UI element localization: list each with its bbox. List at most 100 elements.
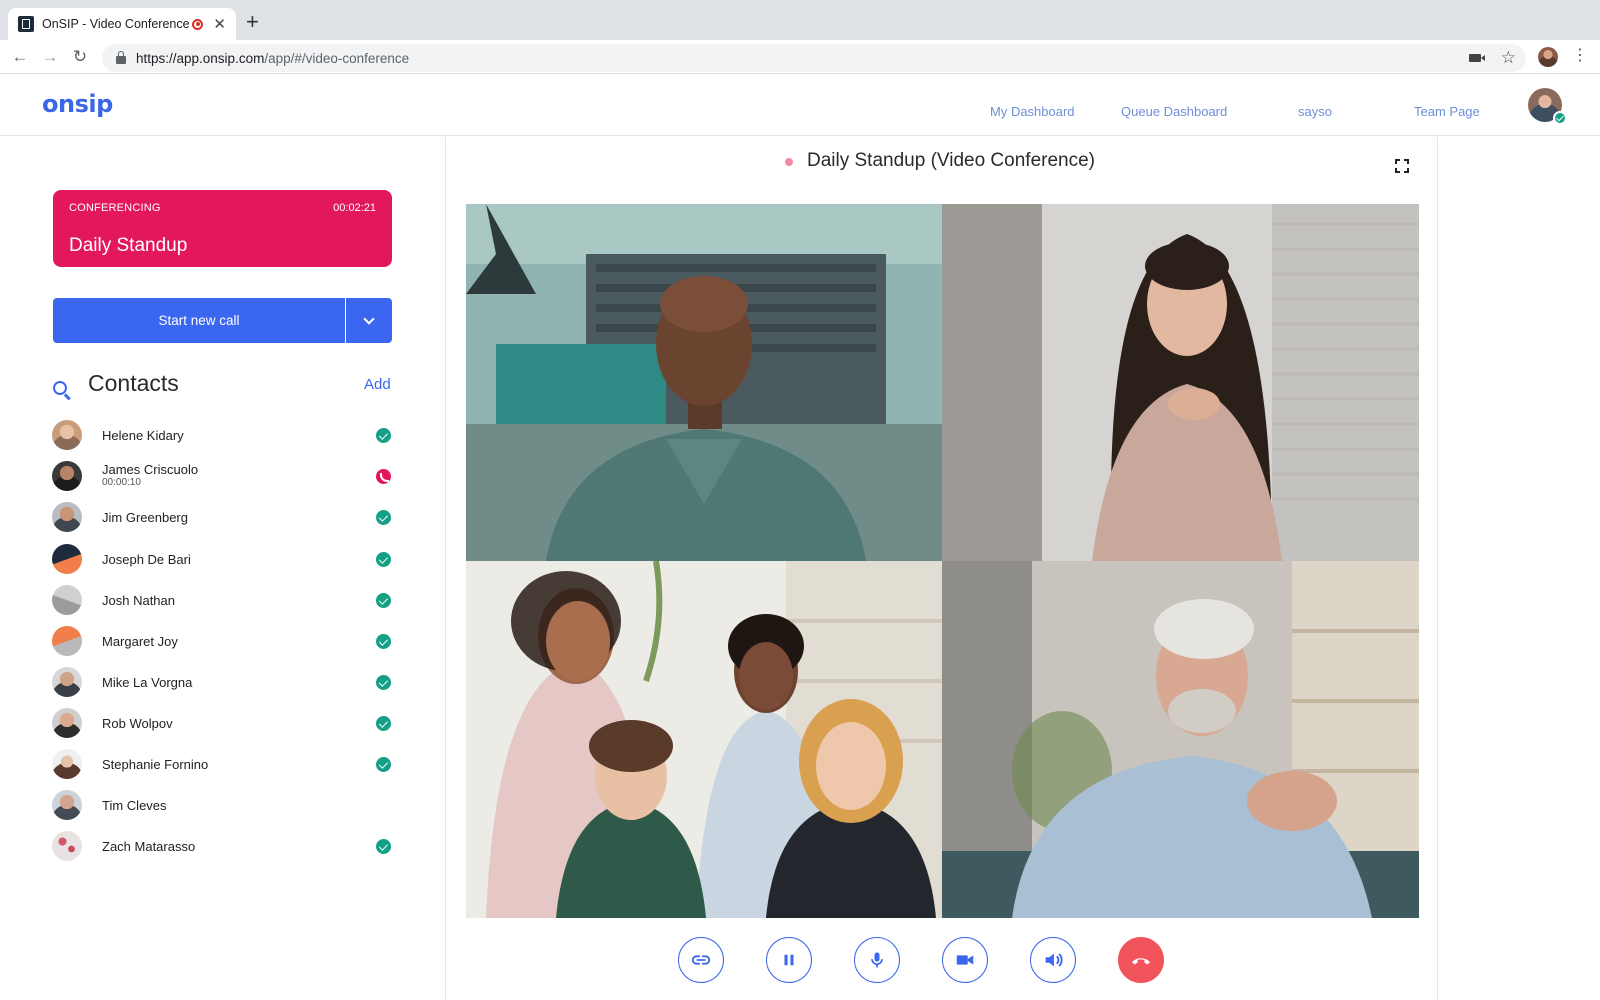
contact-avatar [52, 708, 82, 738]
video-camera-icon [956, 955, 974, 965]
hold-button[interactable] [766, 937, 812, 983]
contact-avatar [52, 749, 82, 779]
contact-item[interactable]: James Criscuolo 00:00:10 [52, 458, 392, 494]
contact-call-duration: 00:00:10 [102, 477, 141, 488]
nav-my-dashboard[interactable]: My Dashboard [990, 104, 1075, 119]
available-status-icon [376, 716, 391, 731]
contact-name: Zach Matarasso [102, 839, 196, 854]
back-icon[interactable]: ← [9, 46, 31, 68]
mute-button[interactable] [854, 937, 900, 983]
contact-item[interactable]: Zach Matarasso [52, 828, 392, 864]
microphone-icon [871, 952, 883, 968]
browser-toolbar: ← → ↻ https://app.onsip.com/app/#/video-… [0, 40, 1600, 74]
contact-avatar [52, 667, 82, 697]
nav-queue-dashboard[interactable]: Queue Dashboard [1121, 104, 1227, 119]
contact-name: Tim Cleves [102, 798, 167, 813]
contact-name: Margaret Joy [102, 634, 178, 649]
contact-item[interactable]: Mike La Vorgna [52, 664, 392, 700]
conference-name: Daily Standup [69, 235, 188, 256]
start-new-call-button[interactable]: Start new call [53, 298, 345, 343]
address-bar[interactable]: https://app.onsip.com/app/#/video-confer… [102, 44, 1526, 72]
conference-timer: 00:02:21 [333, 202, 376, 214]
chevron-down-icon [363, 312, 375, 325]
video-tile[interactable] [942, 561, 1419, 918]
video-tile[interactable] [466, 561, 942, 918]
available-status-icon [376, 428, 391, 443]
available-status-icon [376, 634, 391, 649]
contact-item[interactable]: Stephanie Fornino [52, 746, 392, 782]
hang-up-button[interactable] [1118, 937, 1164, 983]
camera-permission-icon[interactable] [1468, 53, 1485, 62]
onsip-favicon-icon [18, 16, 34, 32]
speaker-button[interactable] [1030, 937, 1076, 983]
pause-icon [784, 954, 794, 966]
video-grid [466, 204, 1419, 918]
browser-profile-avatar[interactable] [1538, 47, 1558, 67]
nav-sayso[interactable]: sayso [1298, 104, 1332, 119]
contact-name: Helene Kidary [102, 428, 184, 443]
available-status-icon [376, 552, 391, 567]
live-indicator-icon [785, 158, 793, 166]
contacts-heading: Contacts [88, 370, 179, 396]
app-header: onsip My Dashboard Queue Dashboard sayso… [0, 74, 1600, 136]
available-status-icon [376, 675, 391, 690]
active-conference-card[interactable]: CONFERENCING 00:02:21 Daily Standup [53, 190, 392, 267]
available-status-icon [376, 839, 391, 854]
contact-item[interactable]: Jim Greenberg [52, 499, 392, 535]
contact-avatar [52, 461, 82, 491]
tab-title: OnSIP - Video Conference [42, 17, 190, 31]
onsip-logo[interactable]: onsip [42, 90, 113, 118]
panel-divider [1437, 137, 1438, 1000]
hang-up-icon [1132, 958, 1150, 965]
browser-menu-icon[interactable]: ⋮ [1572, 48, 1588, 64]
new-tab-icon[interactable]: + [246, 11, 259, 33]
on-call-status-icon [376, 469, 391, 484]
speaker-icon [1045, 953, 1063, 967]
contact-name: James Criscuolo [102, 462, 199, 477]
contact-name: Jim Greenberg [102, 510, 188, 525]
contact-item[interactable]: Tim Cleves [52, 787, 392, 823]
contact-name: Rob Wolpov [102, 716, 173, 731]
add-contact-link[interactable]: Add [364, 376, 391, 393]
browser-tab-bar: OnSIP - Video Conference ✕ + [0, 0, 1600, 40]
conference-title: Daily Standup (Video Conference) [807, 150, 1095, 171]
copy-link-button[interactable] [678, 937, 724, 983]
contact-avatar [52, 626, 82, 656]
link-icon [691, 955, 711, 965]
video-tile[interactable] [466, 204, 942, 561]
contact-item[interactable]: Helene Kidary [52, 417, 392, 453]
nav-team-page[interactable]: Team Page [1414, 104, 1480, 119]
contact-avatar [52, 831, 82, 861]
close-tab-icon[interactable]: ✕ [213, 17, 226, 32]
fullscreen-icon[interactable] [1395, 159, 1409, 173]
browser-tab[interactable]: OnSIP - Video Conference ✕ [8, 8, 236, 40]
forward-icon[interactable]: → [39, 46, 61, 68]
contact-avatar [52, 502, 82, 532]
contact-item[interactable]: Rob Wolpov [52, 705, 392, 741]
available-status-icon [376, 593, 391, 608]
contact-name: Joseph De Bari [102, 552, 191, 567]
camera-button[interactable] [942, 937, 988, 983]
lock-icon [116, 50, 126, 64]
user-available-icon [1553, 111, 1567, 125]
reload-icon[interactable]: ↻ [69, 46, 91, 68]
bookmark-star-icon[interactable]: ☆ [1501, 49, 1516, 66]
available-status-icon [376, 757, 391, 772]
conference-status: CONFERENCING [69, 202, 161, 214]
contact-avatar [52, 790, 82, 820]
available-status-icon [376, 510, 391, 525]
search-icon[interactable] [53, 381, 67, 395]
recording-icon [192, 18, 204, 30]
contact-item[interactable]: Josh Nathan [52, 582, 392, 618]
video-tile[interactable] [942, 204, 1419, 561]
contact-name: Stephanie Fornino [102, 757, 209, 772]
start-call-dropdown-button[interactable] [346, 298, 392, 343]
url-text: https://app.onsip.com/app/#/video-confer… [136, 50, 410, 66]
conference-header: Daily Standup (Video Conference) [447, 137, 1437, 197]
contact-name: Josh Nathan [102, 593, 175, 608]
contact-name: Mike La Vorgna [102, 675, 193, 690]
contact-item[interactable]: Margaret Joy [52, 623, 392, 659]
contact-item[interactable]: Joseph De Bari [52, 541, 392, 577]
contact-avatar [52, 544, 82, 574]
contact-avatar [52, 420, 82, 450]
